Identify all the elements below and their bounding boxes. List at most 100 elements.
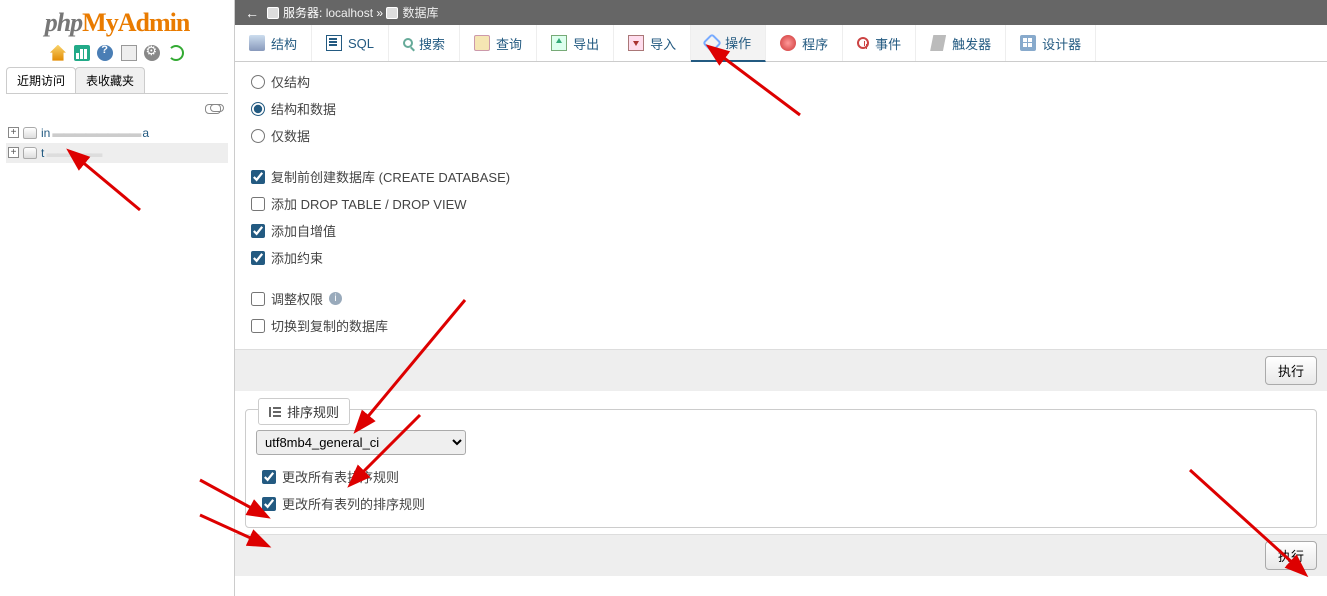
server-label: 服务器:	[283, 4, 322, 21]
events-icon	[857, 37, 869, 49]
db-link[interactable]: 数据库	[402, 4, 438, 21]
check-add-constraints[interactable]: 添加约束	[245, 244, 1317, 271]
import-icon	[628, 35, 644, 51]
tree-item-db[interactable]: + t ▬▬▬▬▬	[6, 143, 228, 163]
breadcrumb-sep: »	[376, 6, 383, 20]
tab-label: 事件	[875, 34, 901, 53]
database-icon	[23, 127, 37, 139]
check-add-ai[interactable]: 添加自增值	[245, 217, 1317, 244]
tab-label: 查询	[496, 34, 522, 53]
checkbox-input[interactable]	[251, 224, 265, 238]
link-icon[interactable]	[210, 104, 224, 112]
content-area: 仅结构 结构和数据 仅数据 复制前创建数据库 (CREATE DATABASE)…	[235, 62, 1327, 596]
tab-import[interactable]: 导入	[614, 25, 691, 61]
list-icon	[269, 407, 281, 417]
collation-legend: 排序规则	[258, 398, 350, 425]
tab-label: 结构	[271, 34, 297, 53]
check-change-columns-collation[interactable]: 更改所有表列的排序规则	[256, 490, 1306, 517]
tab-label: 搜索	[419, 34, 445, 53]
execute-button[interactable]: 执行	[1265, 356, 1317, 385]
checkbox-input[interactable]	[251, 197, 265, 211]
tab-query[interactable]: 查询	[460, 25, 537, 61]
tab-label: 程序	[802, 34, 828, 53]
checkbox-input[interactable]	[251, 319, 265, 333]
tab-favorites[interactable]: 表收藏夹	[75, 67, 145, 93]
status-icon[interactable]	[74, 45, 90, 61]
checkbox-input[interactable]	[251, 292, 265, 306]
tab-label: 导出	[573, 34, 599, 53]
checkbox-input[interactable]	[262, 470, 276, 484]
radio-input[interactable]	[251, 102, 265, 116]
radio-only-data[interactable]: 仅数据	[245, 122, 1317, 149]
help-icon[interactable]: i	[329, 292, 342, 305]
checkbox-label: 更改所有表排序规则	[282, 467, 399, 486]
radio-only-structure[interactable]: 仅结构	[245, 68, 1317, 95]
logo-part2: MyAdmin	[82, 8, 189, 37]
help-icon[interactable]	[97, 45, 113, 61]
top-tabs: 结构 SQL 搜索 查询 导出 导入 操作 程序 事件 触发器 设计器	[235, 25, 1327, 62]
radio-label: 结构和数据	[271, 99, 336, 118]
db-name-suffix: a	[142, 126, 149, 140]
reload-icon[interactable]	[168, 45, 184, 61]
check-create-db[interactable]: 复制前创建数据库 (CREATE DATABASE)	[245, 163, 1317, 190]
link-pane-icon-row	[0, 94, 234, 119]
sidebar-quick-icons	[0, 42, 234, 67]
checkbox-input[interactable]	[251, 251, 265, 265]
db-name-hidden: ▬▬▬▬▬▬▬▬	[52, 126, 140, 140]
checkbox-label: 更改所有表列的排序规则	[282, 494, 425, 513]
triggers-icon	[930, 35, 946, 51]
sql-icon	[326, 35, 342, 51]
tab-recent[interactable]: 近期访问	[6, 67, 76, 93]
checkbox-label: 添加自增值	[271, 221, 336, 240]
db-name-hidden: ▬▬▬▬▬	[46, 146, 101, 160]
radio-input[interactable]	[251, 129, 265, 143]
tab-search[interactable]: 搜索	[389, 25, 460, 61]
back-icon[interactable]: ←	[245, 5, 259, 21]
expand-icon[interactable]: +	[8, 147, 19, 158]
tab-label: 导入	[650, 34, 676, 53]
tab-sql[interactable]: SQL	[312, 25, 389, 61]
designer-icon	[1020, 35, 1036, 51]
check-change-tables-collation[interactable]: 更改所有表排序规则	[256, 463, 1306, 490]
check-add-drop[interactable]: 添加 DROP TABLE / DROP VIEW	[245, 190, 1317, 217]
tab-label: 触发器	[952, 34, 991, 53]
tab-label: SQL	[348, 36, 374, 51]
checkbox-input[interactable]	[262, 497, 276, 511]
checkbox-label: 添加约束	[271, 248, 323, 267]
check-switch-db[interactable]: 切换到复制的数据库	[245, 312, 1317, 339]
server-link[interactable]: localhost	[326, 6, 373, 20]
tab-operations[interactable]: 操作	[691, 25, 766, 62]
tab-triggers[interactable]: 触发器	[916, 25, 1006, 61]
docs-icon[interactable]	[121, 45, 137, 61]
phpmyadmin-logo[interactable]: phpMyAdmin	[0, 0, 234, 42]
check-adjust-priv[interactable]: 调整权限 i	[245, 285, 1317, 312]
home-icon[interactable]	[50, 45, 66, 61]
collation-fieldset: 排序规则 utf8mb4_general_ci 更改所有表排序规则 更改所有表列…	[245, 409, 1317, 528]
checkbox-label: 切换到复制的数据库	[271, 316, 388, 335]
settings-icon[interactable]	[144, 45, 160, 61]
radio-label: 仅数据	[271, 126, 310, 145]
server-icon	[267, 7, 279, 19]
tab-label: 设计器	[1042, 34, 1081, 53]
checkbox-input[interactable]	[251, 170, 265, 184]
checkbox-label: 复制前创建数据库 (CREATE DATABASE)	[271, 167, 510, 186]
checkbox-label: 调整权限	[271, 289, 323, 308]
db-name: in	[41, 126, 50, 140]
logo-part1: php	[45, 8, 82, 37]
radio-structure-and-data[interactable]: 结构和数据	[245, 95, 1317, 122]
sidebar: phpMyAdmin 近期访问 表收藏夹 + in ▬▬▬▬▬▬▬▬ a	[0, 0, 235, 596]
expand-icon[interactable]: +	[8, 127, 19, 138]
tab-events[interactable]: 事件	[843, 25, 916, 61]
radio-input[interactable]	[251, 75, 265, 89]
collation-select[interactable]: utf8mb4_general_ci	[256, 430, 466, 455]
tree-item-db[interactable]: + in ▬▬▬▬▬▬▬▬ a	[6, 123, 228, 143]
tab-structure[interactable]: 结构	[235, 25, 312, 61]
tab-routines[interactable]: 程序	[766, 25, 843, 61]
structure-icon	[249, 35, 265, 51]
tab-export[interactable]: 导出	[537, 25, 614, 61]
execute-button[interactable]: 执行	[1265, 541, 1317, 570]
search-icon	[403, 38, 413, 48]
database-icon	[386, 7, 398, 19]
tab-designer[interactable]: 设计器	[1006, 25, 1096, 61]
database-icon	[23, 147, 37, 159]
